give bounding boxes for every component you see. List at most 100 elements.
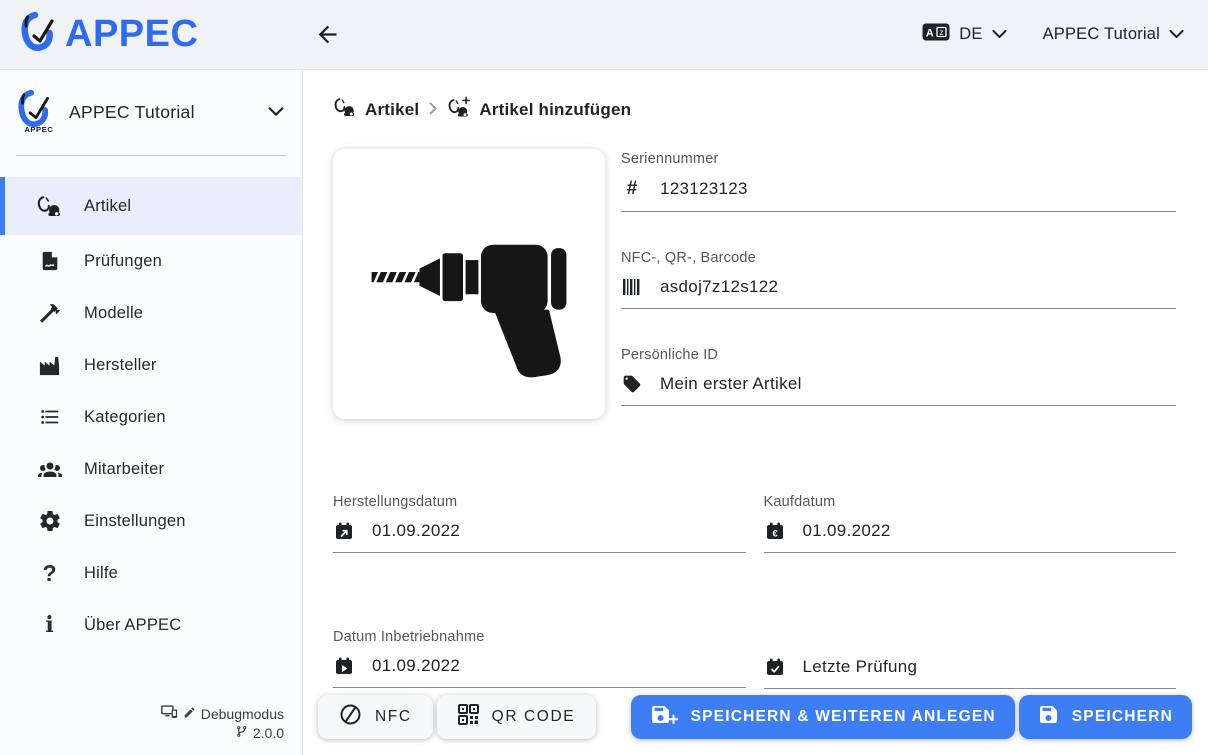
language-selector[interactable]: A z DE <box>922 22 1006 47</box>
qr-code-icon <box>458 704 479 730</box>
main-content: Artikel Artikel hinzufügen <box>303 0 1208 755</box>
sidebar: APPEC APPEC Tutorial Artikel <box>0 70 303 755</box>
field-label: Herstellungsdatum <box>333 494 746 510</box>
sidebar-item-pruefungen[interactable]: Prüfungen <box>0 235 302 287</box>
breadcrumb-parent-label: Artikel <box>365 100 419 120</box>
action-bar: NFC QR CODE SPEICH <box>318 695 1192 739</box>
code-input[interactable]: asdoj7z12s122 <box>621 277 1176 309</box>
org-switcher[interactable]: APPEC APPEC Tutorial <box>0 70 302 139</box>
field-label: Seriennummer <box>621 151 1176 167</box>
account-name: APPEC Tutorial <box>1043 25 1160 44</box>
field-seriennummer: Seriennummer # 123123123 <box>621 151 1176 212</box>
svg-text:z: z <box>940 28 944 37</box>
field-placeholder: Letzte Prüfung <box>803 657 918 677</box>
form-top-row: Seriennummer # 123123123 NFC-, QR-, Barc… <box>333 149 1176 444</box>
carabiner-logo-icon <box>16 9 60 60</box>
sidebar-footer: Debugmodus 2.0.0 <box>161 705 284 743</box>
field-label: NFC-, QR-, Barcode <box>621 250 1176 266</box>
sidebar-item-label: Artikel <box>84 197 131 216</box>
breadcrumb-artikel[interactable]: Artikel <box>333 96 419 124</box>
header-right: A z DE APPEC Tutorial <box>922 22 1208 47</box>
breadcrumb: Artikel Artikel hinzufügen <box>333 96 1176 124</box>
breadcrumb-current-label: Artikel hinzufügen <box>479 100 631 120</box>
sidebar-item-hilfe[interactable]: ? Hilfe <box>0 547 302 599</box>
sidebar-item-artikel[interactable]: Artikel <box>0 177 302 235</box>
sidebar-divider <box>16 155 286 156</box>
people-icon <box>36 457 63 481</box>
inbetriebnahme-input[interactable]: 01.09.2022 <box>333 656 746 688</box>
climbing-gear-add-icon <box>447 96 471 124</box>
sidebar-item-label: Über APPEC <box>84 616 181 635</box>
version-row: 2.0.0 <box>161 724 284 743</box>
sidebar-item-hersteller[interactable]: Hersteller <box>0 339 302 391</box>
calendar-play-icon <box>333 656 355 676</box>
org-name: APPEC Tutorial <box>69 102 255 123</box>
climbing-gear-icon <box>36 194 63 219</box>
app-header: APPEC A z DE APPEC Tutorial <box>0 0 1208 70</box>
save-icon <box>1038 704 1059 730</box>
field-value: Mein erster Artikel <box>660 374 802 394</box>
info-icon: i <box>36 612 63 638</box>
logo-wordmark: APPEC <box>65 13 198 56</box>
inspection-document-icon <box>36 249 63 273</box>
nfc-button[interactable]: NFC <box>318 695 433 739</box>
qr-code-button-label: QR CODE <box>492 708 576 726</box>
field-value: 01.09.2022 <box>372 521 460 541</box>
qr-code-button[interactable]: QR CODE <box>437 695 597 739</box>
nfc-icon <box>339 703 362 731</box>
nfc-button-label: NFC <box>375 708 412 726</box>
list-icon <box>36 406 63 428</box>
sidebar-item-label: Mitarbeiter <box>84 460 164 479</box>
field-label: Kaufdatum <box>764 494 1177 510</box>
breadcrumb-artikel-hinzufuegen: Artikel hinzufügen <box>447 96 631 124</box>
svg-text:€: € <box>772 528 778 539</box>
carabiner-logo-icon: APPEC <box>14 86 56 139</box>
field-letzte-pruefung: Letzte Prüfung <box>764 629 1177 689</box>
field-datum-inbetriebnahme: Datum Inbetriebnahme 01.09.2022 <box>333 629 746 689</box>
debug-mode-row[interactable]: Debugmodus <box>161 705 284 724</box>
chevron-down-icon <box>268 104 284 122</box>
form-fields-column: Seriennummer # 123123123 NFC-, QR-, Barc… <box>621 149 1176 444</box>
debug-label: Debugmodus <box>201 705 284 724</box>
translate-icon: A z <box>922 22 950 47</box>
branch-icon <box>235 724 248 743</box>
seriennummer-input[interactable]: # 123123123 <box>621 178 1176 212</box>
persoenliche-id-input[interactable]: Mein erster Artikel <box>621 374 1176 406</box>
sidebar-item-einstellungen[interactable]: Einstellungen <box>0 495 302 547</box>
article-image[interactable] <box>333 149 605 419</box>
letzte-pruefung-input[interactable]: Letzte Prüfung <box>764 657 1177 689</box>
hash-icon: # <box>621 178 643 200</box>
field-nfc-qr-barcode: NFC-, QR-, Barcode asdoj7z12s122 <box>621 250 1176 309</box>
save-and-create-another-button[interactable]: SPEICHERN & WEITEREN ANLEGEN <box>631 695 1015 739</box>
field-value: asdoj7z12s122 <box>660 277 778 297</box>
save-plus-icon <box>650 704 678 730</box>
devices-icon <box>161 705 178 724</box>
tag-icon <box>621 374 643 394</box>
kaufdatum-input[interactable]: € 01.09.2022 <box>764 521 1177 553</box>
drill-image <box>356 190 582 378</box>
field-value: 01.09.2022 <box>803 521 891 541</box>
hammer-icon <box>36 301 63 325</box>
sidebar-item-label: Hersteller <box>84 356 157 375</box>
language-value: DE <box>959 25 982 44</box>
save-button[interactable]: SPEICHERN <box>1019 695 1192 739</box>
app-logo[interactable]: APPEC <box>0 9 198 60</box>
herstellungsdatum-input[interactable]: 01.09.2022 <box>333 521 746 553</box>
sidebar-item-kategorien[interactable]: Kategorien <box>0 391 302 443</box>
calendar-currency-icon: € <box>764 521 786 541</box>
calendar-export-icon <box>333 521 355 541</box>
factory-icon <box>36 354 63 377</box>
sidebar-item-modelle[interactable]: Modelle <box>0 287 302 339</box>
calendar-check-icon <box>764 657 786 677</box>
back-arrow-icon[interactable] <box>314 21 341 51</box>
gear-icon <box>36 509 63 533</box>
account-selector[interactable]: APPEC Tutorial <box>1043 25 1184 44</box>
sidebar-item-ueber-appec[interactable]: i Über APPEC <box>0 599 302 651</box>
chevron-right-icon <box>429 100 437 120</box>
sidebar-item-label: Kategorien <box>84 408 166 427</box>
barcode-icon <box>621 278 643 296</box>
climbing-gear-icon <box>333 96 357 124</box>
field-kaufdatum: Kaufdatum € 01.09.2022 <box>764 494 1177 553</box>
svg-text:APPEC: APPEC <box>24 125 53 134</box>
sidebar-item-mitarbeiter[interactable]: Mitarbeiter <box>0 443 302 495</box>
